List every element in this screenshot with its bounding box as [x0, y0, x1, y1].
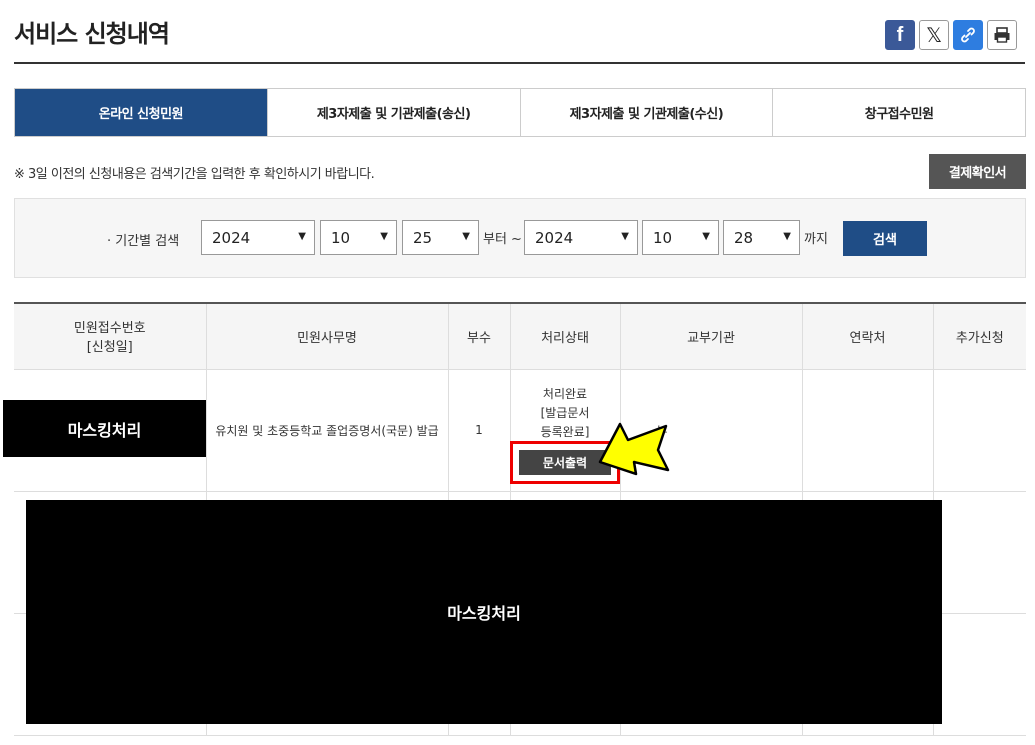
from-month-select[interactable]: 10 ▼	[320, 220, 397, 255]
pointer-arrow-icon	[598, 422, 670, 476]
title-divider	[14, 62, 1025, 64]
chevron-down-icon: ▼	[462, 231, 470, 242]
tab-online-application[interactable]: 온라인 신청민원	[15, 89, 267, 136]
tab-bar: 온라인 신청민원 제3자제출 및 기관제출(송신) 제3자제출 및 기관제출(수…	[14, 88, 1026, 137]
status-text: 처리완료	[542, 387, 588, 401]
to-month-select[interactable]: 10 ▼	[642, 220, 719, 255]
chevron-down-icon: ▼	[621, 231, 629, 242]
col-receipt-number: 민원접수번호 [신청일]	[14, 302, 207, 370]
masked-area: 마스킹처리	[26, 500, 942, 724]
search-label: · 기간별 검색	[107, 234, 180, 249]
col-service-name: 민원사무명	[206, 302, 449, 370]
share-toolbar: f 𝕏	[885, 20, 1017, 50]
search-button[interactable]: 검색	[843, 221, 927, 256]
cell-service-name[interactable]: 유치원 및 초중등학교 졸업증명서(국문) 발급	[206, 369, 449, 492]
from-day-value: 25	[413, 228, 433, 247]
notice-text: ※ 3일 이전의 신청내용은 검색기간을 입력한 후 확인하시기 바랍니다.	[14, 167, 375, 182]
col-additional: 추가신청	[933, 302, 1026, 370]
col-contact: 연락처	[802, 302, 934, 370]
facebook-icon[interactable]: f	[885, 20, 915, 50]
payment-receipt-button[interactable]: 결제확인서	[929, 154, 1026, 189]
col-status: 처리상태	[510, 302, 621, 370]
page-title: 서비스 신청내역	[14, 20, 170, 48]
status-detail-1: [발급문서	[540, 406, 590, 420]
link-icon[interactable]	[953, 20, 983, 50]
col-issuing-agency: 교부기관	[620, 302, 803, 370]
to-year-value: 2024	[535, 228, 574, 247]
tab-third-party-received[interactable]: 제3자제출 및 기관제출(수신)	[519, 89, 773, 136]
to-text: 까지	[804, 232, 828, 247]
from-text: 부터 ~	[483, 232, 522, 247]
header-receipt-number: 민원접수번호	[73, 321, 146, 337]
to-year-select[interactable]: 2024 ▼	[524, 220, 638, 255]
cell-copies: 1	[448, 369, 511, 492]
tab-counter-application[interactable]: 창구접수민원	[772, 89, 1025, 136]
x-icon[interactable]: 𝕏	[919, 20, 949, 50]
chevron-down-icon: ▼	[298, 231, 306, 242]
col-copies: 부수	[448, 302, 511, 370]
status-detail-2: 등록완료]	[540, 425, 590, 439]
masked-area: 마스킹처리	[3, 400, 206, 457]
search-panel: · 기간별 검색 2024 ▼ 10 ▼ 25 ▼ 부터 ~ 2024 ▼ 10…	[14, 198, 1026, 278]
chevron-down-icon: ▼	[783, 231, 791, 242]
to-day-value: 28	[734, 228, 754, 247]
table-header-row: 민원접수번호 [신청일] 민원사무명 부수 처리상태 교부기관 연락처 추가신청	[14, 302, 1026, 370]
to-month-value: 10	[653, 228, 673, 247]
print-icon[interactable]	[987, 20, 1017, 50]
from-month-value: 10	[331, 228, 351, 247]
from-year-value: 2024	[212, 228, 251, 247]
to-day-select[interactable]: 28 ▼	[723, 220, 800, 255]
header-application-date: [신청일]	[86, 340, 133, 356]
cell-additional	[933, 369, 1026, 492]
cell-contact	[802, 369, 934, 492]
chevron-down-icon: ▼	[380, 231, 388, 242]
from-day-select[interactable]: 25 ▼	[402, 220, 479, 255]
tab-third-party-sent[interactable]: 제3자제출 및 기관제출(송신)	[266, 89, 520, 136]
from-year-select[interactable]: 2024 ▼	[201, 220, 315, 255]
chevron-down-icon: ▼	[702, 231, 710, 242]
